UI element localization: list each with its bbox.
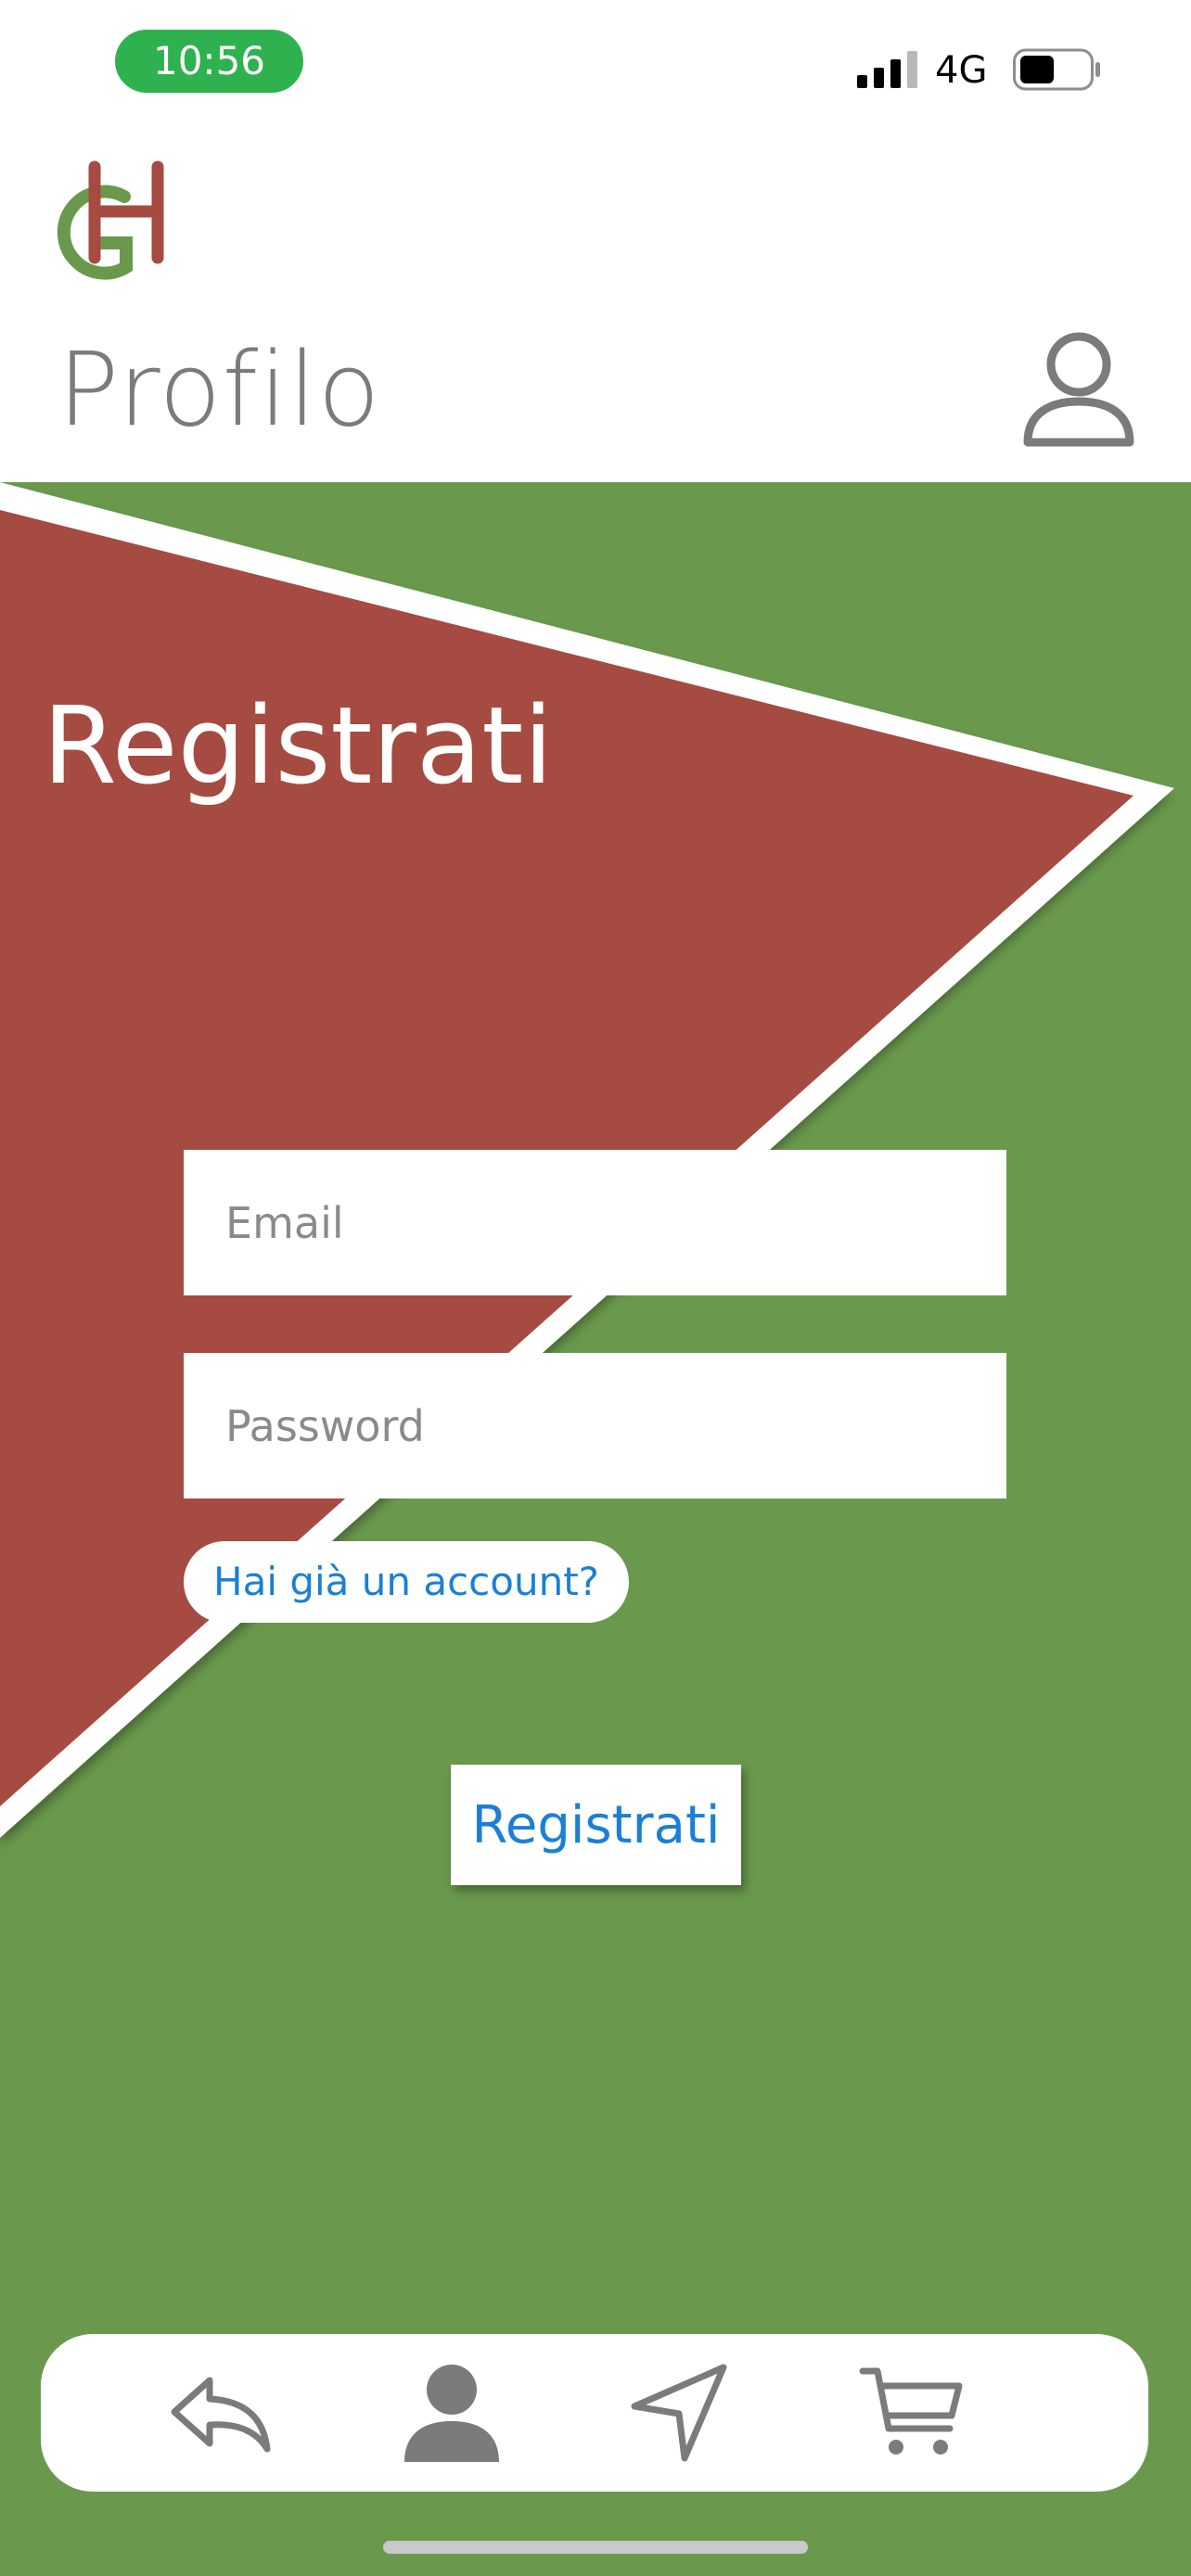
battery-icon — [1013, 48, 1100, 91]
network-type-label: 4G — [935, 49, 988, 92]
cellular-signal-icon — [857, 51, 917, 88]
page-title: Profilo — [58, 330, 381, 449]
login-link[interactable]: Hai già un account? — [184, 1541, 629, 1623]
reply-arrow-icon[interactable] — [167, 2360, 273, 2466]
gh-logo-icon — [57, 160, 164, 280]
email-input[interactable] — [184, 1150, 1006, 1295]
bottom-nav — [41, 2334, 1148, 2492]
status-bar: 10:56 4G — [0, 0, 1191, 130]
form-title: Registrati — [43, 684, 554, 809]
user-filled-icon[interactable] — [399, 2360, 505, 2466]
home-indicator — [383, 2541, 808, 2554]
password-input[interactable] — [184, 1353, 1006, 1498]
shopping-cart-icon[interactable] — [859, 2360, 965, 2466]
navigation-arrow-icon[interactable] — [627, 2360, 733, 2466]
user-outline-icon[interactable] — [1020, 329, 1137, 450]
registration-screen: 10:56 4G Profilo Registrati Email Hai gi… — [0, 0, 1191, 2576]
register-button[interactable]: Registrati — [451, 1765, 741, 1885]
status-time: 10:56 — [115, 30, 303, 93]
